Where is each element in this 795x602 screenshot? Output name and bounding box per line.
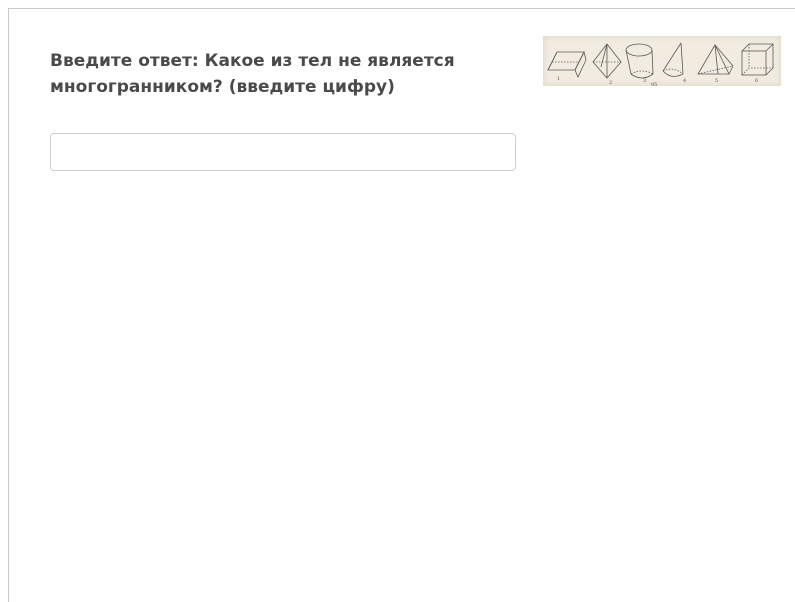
question-panel: Введите ответ: Какое из тел не является … (8, 8, 795, 602)
cone-icon (662, 42, 684, 77)
shape-number-6: 6 (755, 78, 758, 84)
shape-number-3: 3 (643, 78, 646, 84)
cube-icon (741, 43, 774, 76)
shape-number-5: 5 (715, 78, 718, 84)
shape-number-4: 4 (683, 78, 686, 84)
answer-input[interactable] (50, 133, 516, 171)
shape-number-2: 2 (609, 80, 612, 86)
pyramid-icon (697, 44, 734, 75)
prism-icon (547, 50, 587, 78)
figure-page-label: 95 (651, 82, 657, 86)
pyramid-icon (592, 43, 622, 79)
cylinder-icon (625, 43, 654, 79)
question-text: Введите ответ: Какое из тел не является … (50, 51, 455, 97)
solids-figure: 1 2 3 95 4 5 6 (543, 36, 781, 86)
shape-number-1: 1 (557, 76, 560, 82)
